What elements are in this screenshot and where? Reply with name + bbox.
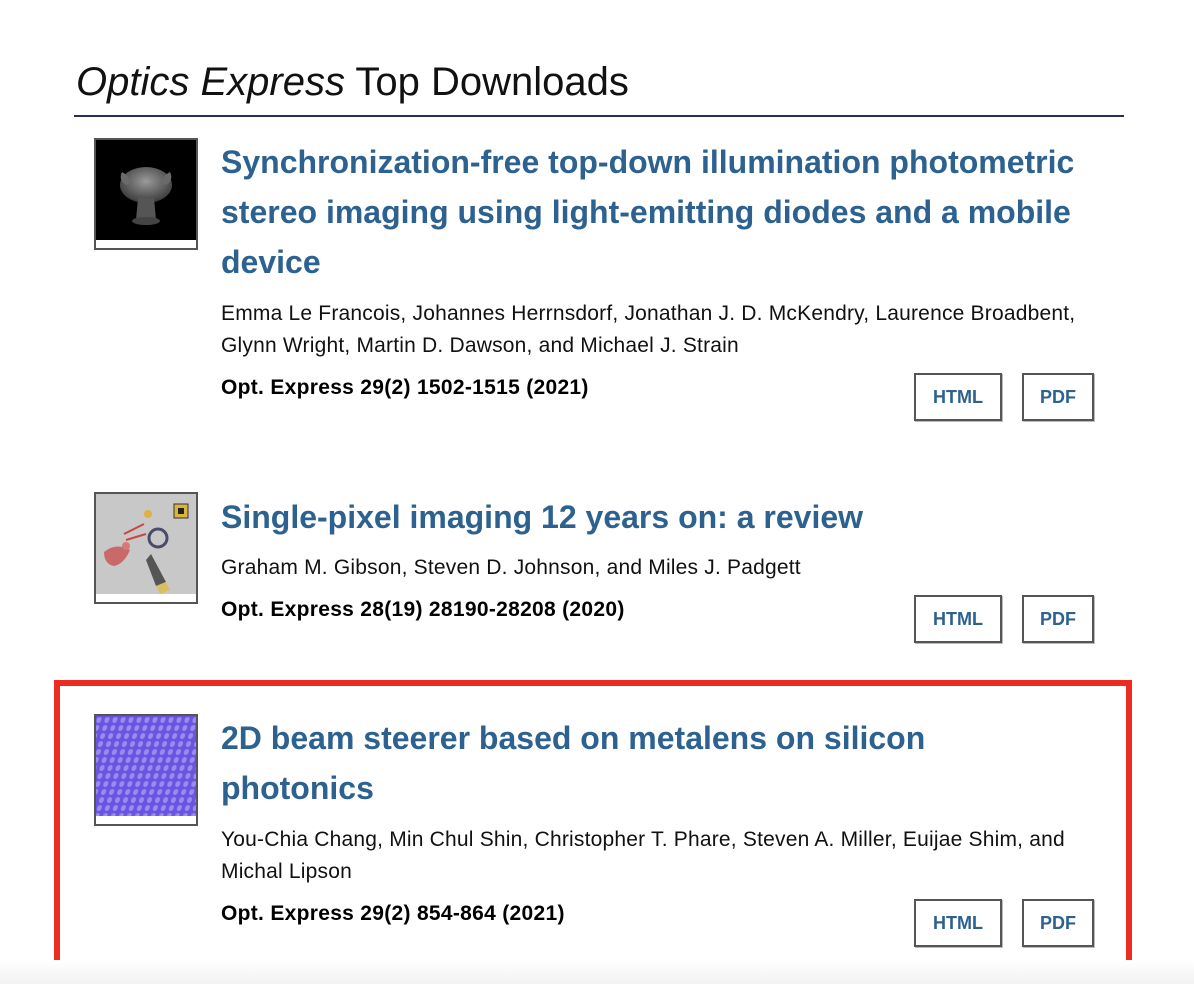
- 3d-reconstruction-thumbnail-icon: [96, 140, 196, 248]
- metalens-thumbnail-icon: [96, 716, 196, 824]
- page-title-suffix: Top Downloads: [344, 60, 629, 104]
- pdf-button[interactable]: PDF: [1022, 373, 1094, 421]
- article-thumbnail[interactable]: [94, 138, 198, 250]
- bottom-fade: [0, 960, 1194, 984]
- html-button[interactable]: HTML: [914, 899, 1002, 947]
- html-button[interactable]: HTML: [914, 373, 1002, 421]
- page-title: Optics Express Top Downloads: [76, 56, 629, 108]
- article-citation: Opt. Express 29(2) 854-864 (2021): [221, 902, 565, 925]
- pdf-button[interactable]: PDF: [1022, 899, 1094, 947]
- article-citation: Opt. Express 28(19) 28190-28208 (2020): [221, 598, 625, 621]
- article-authors: Graham M. Gibson, Steven D. Johnson, and…: [221, 556, 801, 579]
- article-thumbnail[interactable]: [94, 492, 198, 604]
- article-citation: Opt. Express 29(2) 1502-1515 (2021): [221, 376, 589, 399]
- article-title-link[interactable]: Synchronization-free top-down illuminati…: [221, 137, 1081, 287]
- pdf-button[interactable]: PDF: [1022, 595, 1094, 643]
- article-title-link[interactable]: 2D beam steerer based on metalens on sil…: [221, 713, 1081, 813]
- title-divider: [74, 115, 1124, 117]
- article-thumbnail[interactable]: [94, 714, 198, 826]
- html-button[interactable]: HTML: [914, 595, 1002, 643]
- article-title-link[interactable]: Single-pixel imaging 12 years on: a revi…: [221, 492, 1081, 542]
- single-pixel-imaging-thumbnail-icon: [96, 494, 196, 602]
- journal-name: Optics Express: [76, 60, 345, 104]
- article-authors: You-Chia Chang, Min Chul Shin, Christoph…: [221, 828, 1065, 883]
- article-authors: Emma Le Francois, Johannes Herrnsdorf, J…: [221, 302, 1076, 357]
